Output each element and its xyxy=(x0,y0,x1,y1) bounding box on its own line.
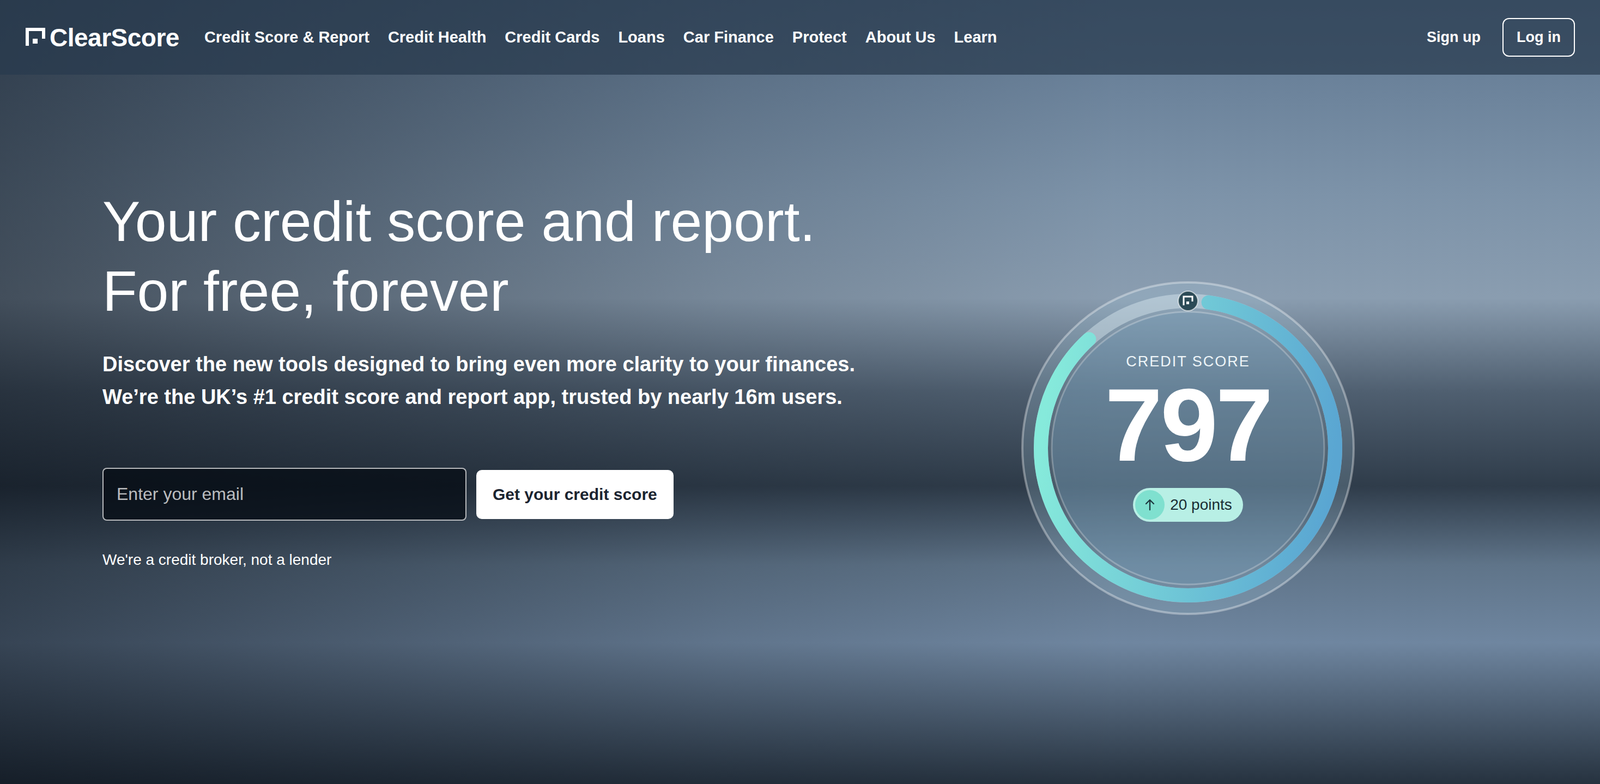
nav-item[interactable]: Credit Score & Report xyxy=(204,28,370,47)
arrow-up-icon xyxy=(1135,489,1165,520)
logo[interactable]: ClearScore xyxy=(25,22,180,53)
nav-item[interactable]: Credit Cards xyxy=(504,28,600,47)
nav-item[interactable]: Loans xyxy=(617,28,665,47)
disclaimer: We're a credit broker, not a lender xyxy=(102,550,976,569)
hero-title: Your credit score and report.For free, f… xyxy=(102,186,976,326)
score-arc xyxy=(1021,281,1355,615)
nav-menu: Credit Score & Report Credit Health Credit… xyxy=(204,28,998,47)
hero: Your credit score and report.For free, f… xyxy=(0,74,1600,784)
score-content: CREDIT SCORE797 20 points xyxy=(1019,279,1357,617)
get-score-button[interactable]: Get your credit score xyxy=(476,469,674,519)
hero-content: Your credit score and report.For free, f… xyxy=(102,186,976,569)
login-button[interactable]: Log in xyxy=(1502,17,1575,57)
clearscore-logo-icon xyxy=(25,27,46,48)
nav-item[interactable]: Protect xyxy=(792,28,847,47)
score-dial: CREDIT SCORE797 20 points xyxy=(1019,279,1357,617)
score-value: 797 xyxy=(1104,370,1271,480)
auth-actions: Sign up Log in xyxy=(1426,17,1575,57)
signup-form: Get your credit score xyxy=(102,467,976,521)
hero-title-line: For free, forever xyxy=(102,256,976,326)
top-nav: ClearScore Credit Score & Report Credit He… xyxy=(0,0,1600,75)
logo-text: ClearScore xyxy=(49,22,180,53)
nav-item[interactable]: Credit Health xyxy=(388,28,487,47)
email-input[interactable] xyxy=(102,467,467,521)
score-label: CREDIT SCORE xyxy=(1125,353,1251,371)
nav-item[interactable]: About Us xyxy=(865,28,936,47)
home-page: ClearScore Credit Score & Report Credit He… xyxy=(0,0,1600,784)
hero-title-line: Your credit score and report. xyxy=(102,186,976,257)
nav-item[interactable]: Learn xyxy=(954,28,998,47)
score-change-badge: 20 points xyxy=(1132,487,1244,522)
nav-item[interactable]: Car Finance xyxy=(683,28,774,47)
score-change: 20 points xyxy=(1170,495,1233,514)
hero-subtitle: Discover the new tools designed to bring… xyxy=(102,347,888,414)
signup-link[interactable]: Sign up xyxy=(1426,28,1481,46)
